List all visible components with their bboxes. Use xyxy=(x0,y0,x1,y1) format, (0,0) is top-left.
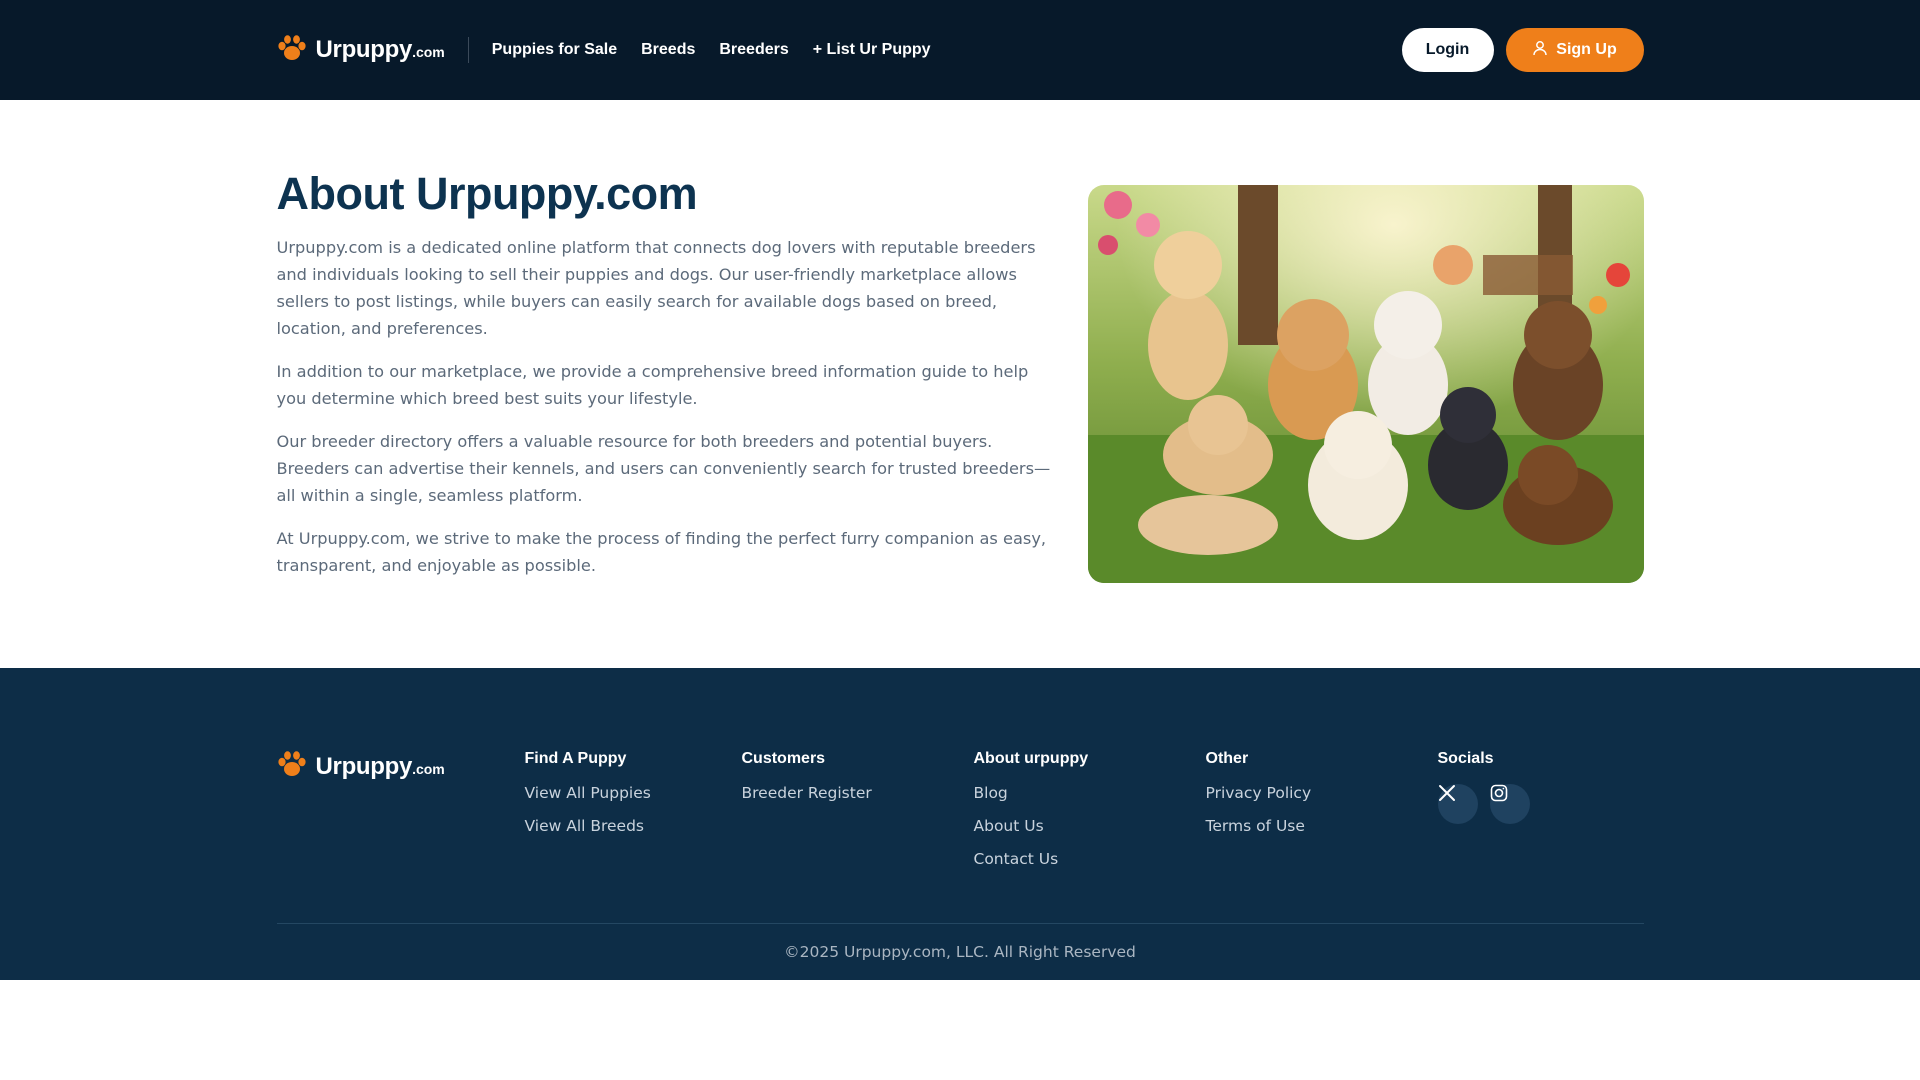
footer-link-terms-of-use[interactable]: Terms of Use xyxy=(1206,817,1438,835)
footer-link-contact-us[interactable]: Contact Us xyxy=(974,850,1206,868)
nav-breeders[interactable]: Breeders xyxy=(719,41,788,59)
logo-tld: .com xyxy=(412,44,445,60)
footer-link-blog[interactable]: Blog xyxy=(974,784,1206,802)
logo-name: Urpuppy xyxy=(315,36,413,63)
copyright-text: ©2025 Urpuppy.com, LLC. All Right Reserv… xyxy=(784,943,1136,961)
signup-label: Sign Up xyxy=(1556,41,1617,58)
footer-col-about-urpuppy: About urpuppy Blog About Us Contact Us xyxy=(974,750,1206,923)
nav-list-ur-puppy[interactable]: + List Ur Puppy xyxy=(813,41,931,59)
about-paragraph: In addition to our marketplace, we provi… xyxy=(276,362,1029,408)
footer-col-other: Other Privacy Policy Terms of Use xyxy=(1206,750,1438,923)
footer-link-about-us[interactable]: About Us xyxy=(974,817,1206,835)
nav-breeds[interactable]: Breeds xyxy=(641,41,695,59)
footer-heading: Socials xyxy=(1437,750,1494,767)
user-icon xyxy=(1532,40,1548,61)
page-title: About Urpuppy.com xyxy=(276,168,698,219)
x-icon xyxy=(1438,785,1456,806)
footer-col-find-a-puppy: Find A Puppy View All Puppies View All B… xyxy=(525,750,742,923)
footer-link-view-all-breeds[interactable]: View All Breeds xyxy=(525,817,742,835)
site-footer: Urpuppy.com Find A Puppy View All Puppie… xyxy=(0,668,1920,980)
footer-link-view-all-puppies[interactable]: View All Puppies xyxy=(525,784,742,802)
footer-heading: About urpuppy xyxy=(973,750,1089,767)
signup-button[interactable]: Sign Up xyxy=(1505,28,1644,72)
puppies-image xyxy=(1087,185,1644,583)
about-section: About Urpuppy.com Urpuppy.com is a dedic… xyxy=(0,100,1920,668)
logo-name: Urpuppy xyxy=(315,752,413,780)
about-paragraph: Our breeder directory offers a valuable … xyxy=(276,432,1051,505)
site-header: Urpuppy.com Puppies for Sale Breeds Bree… xyxy=(0,0,1920,100)
nav-puppies-for-sale[interactable]: Puppies for Sale xyxy=(492,41,617,59)
footer-heading: Other xyxy=(1205,750,1249,767)
main-nav: Puppies for Sale Breeds Breeders + List … xyxy=(492,41,931,59)
paw-icon xyxy=(277,34,307,67)
footer-col-customers: Customers Breeder Register xyxy=(742,750,974,923)
login-button[interactable]: Login xyxy=(1401,28,1494,72)
instagram-social-button[interactable] xyxy=(1489,784,1530,824)
footer-logo[interactable]: Urpuppy.com xyxy=(277,750,525,783)
header-logo[interactable]: Urpuppy.com xyxy=(277,34,445,67)
instagram-icon xyxy=(1490,784,1508,806)
x-social-button[interactable] xyxy=(1437,784,1478,824)
logo-tld: .com xyxy=(412,760,445,777)
header-divider xyxy=(467,37,469,63)
footer-heading: Find A Puppy xyxy=(524,750,627,767)
about-paragraph: At Urpuppy.com, we strive to make the pr… xyxy=(276,529,1047,575)
footer-link-privacy-policy[interactable]: Privacy Policy xyxy=(1206,784,1438,802)
footer-col-socials: Socials xyxy=(1437,750,1530,923)
footer-link-breeder-register[interactable]: Breeder Register xyxy=(742,784,974,802)
paw-icon xyxy=(277,750,307,783)
footer-heading: Customers xyxy=(741,750,826,767)
about-paragraph: Urpuppy.com is a dedicated online platfo… xyxy=(276,238,1036,338)
